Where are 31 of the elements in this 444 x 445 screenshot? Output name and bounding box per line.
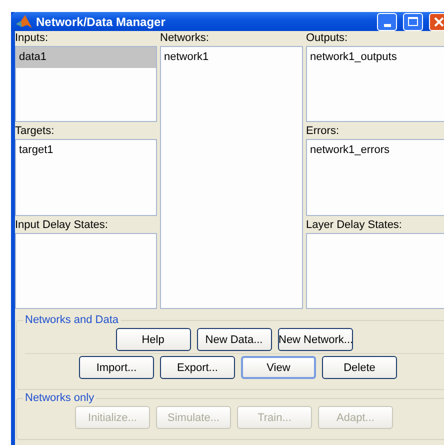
close-button[interactable] xyxy=(429,12,444,30)
list-label: Outputs: xyxy=(306,32,349,45)
minimize-button[interactable] xyxy=(377,12,397,30)
list-label: Targets: xyxy=(15,125,56,138)
action-button[interactable]: Delete xyxy=(322,356,397,379)
list-item[interactable]: target1 xyxy=(16,140,156,162)
group-title: Networks and Data xyxy=(24,314,120,326)
list-item[interactable]: network1_errors xyxy=(307,140,444,162)
list-box[interactable]: data1 xyxy=(15,46,157,122)
list-label: Inputs: xyxy=(15,32,50,45)
action-button[interactable]: New Network... xyxy=(278,328,352,351)
logo-icon xyxy=(16,14,32,28)
window-title: Network/Data Manager xyxy=(36,14,166,28)
action-button[interactable]: Export... xyxy=(160,356,235,379)
list-label: Input Delay States: xyxy=(15,218,109,232)
group-title: Networks only xyxy=(24,392,96,404)
list-box[interactable]: network1_outputs xyxy=(306,46,444,122)
list-item[interactable]: network1_outputs xyxy=(307,47,444,68)
action-button[interactable]: View xyxy=(241,356,316,379)
action-button[interactable]: Help xyxy=(116,328,190,351)
list-label: Errors: xyxy=(306,125,340,138)
list-box[interactable]: network1 xyxy=(160,46,303,309)
list-box[interactable]: target1 xyxy=(15,139,157,216)
list-item[interactable]: data1 xyxy=(16,47,156,68)
list-item[interactable]: network1 xyxy=(161,47,302,68)
list-box[interactable]: network1_errors xyxy=(306,139,444,216)
list-label: Layer Delay States: xyxy=(306,218,403,232)
action-button[interactable]: New Data... xyxy=(196,328,272,351)
list-label: Networks: xyxy=(160,32,210,45)
action-button[interactable]: Import... xyxy=(79,356,154,379)
maximize-button[interactable] xyxy=(403,12,423,30)
